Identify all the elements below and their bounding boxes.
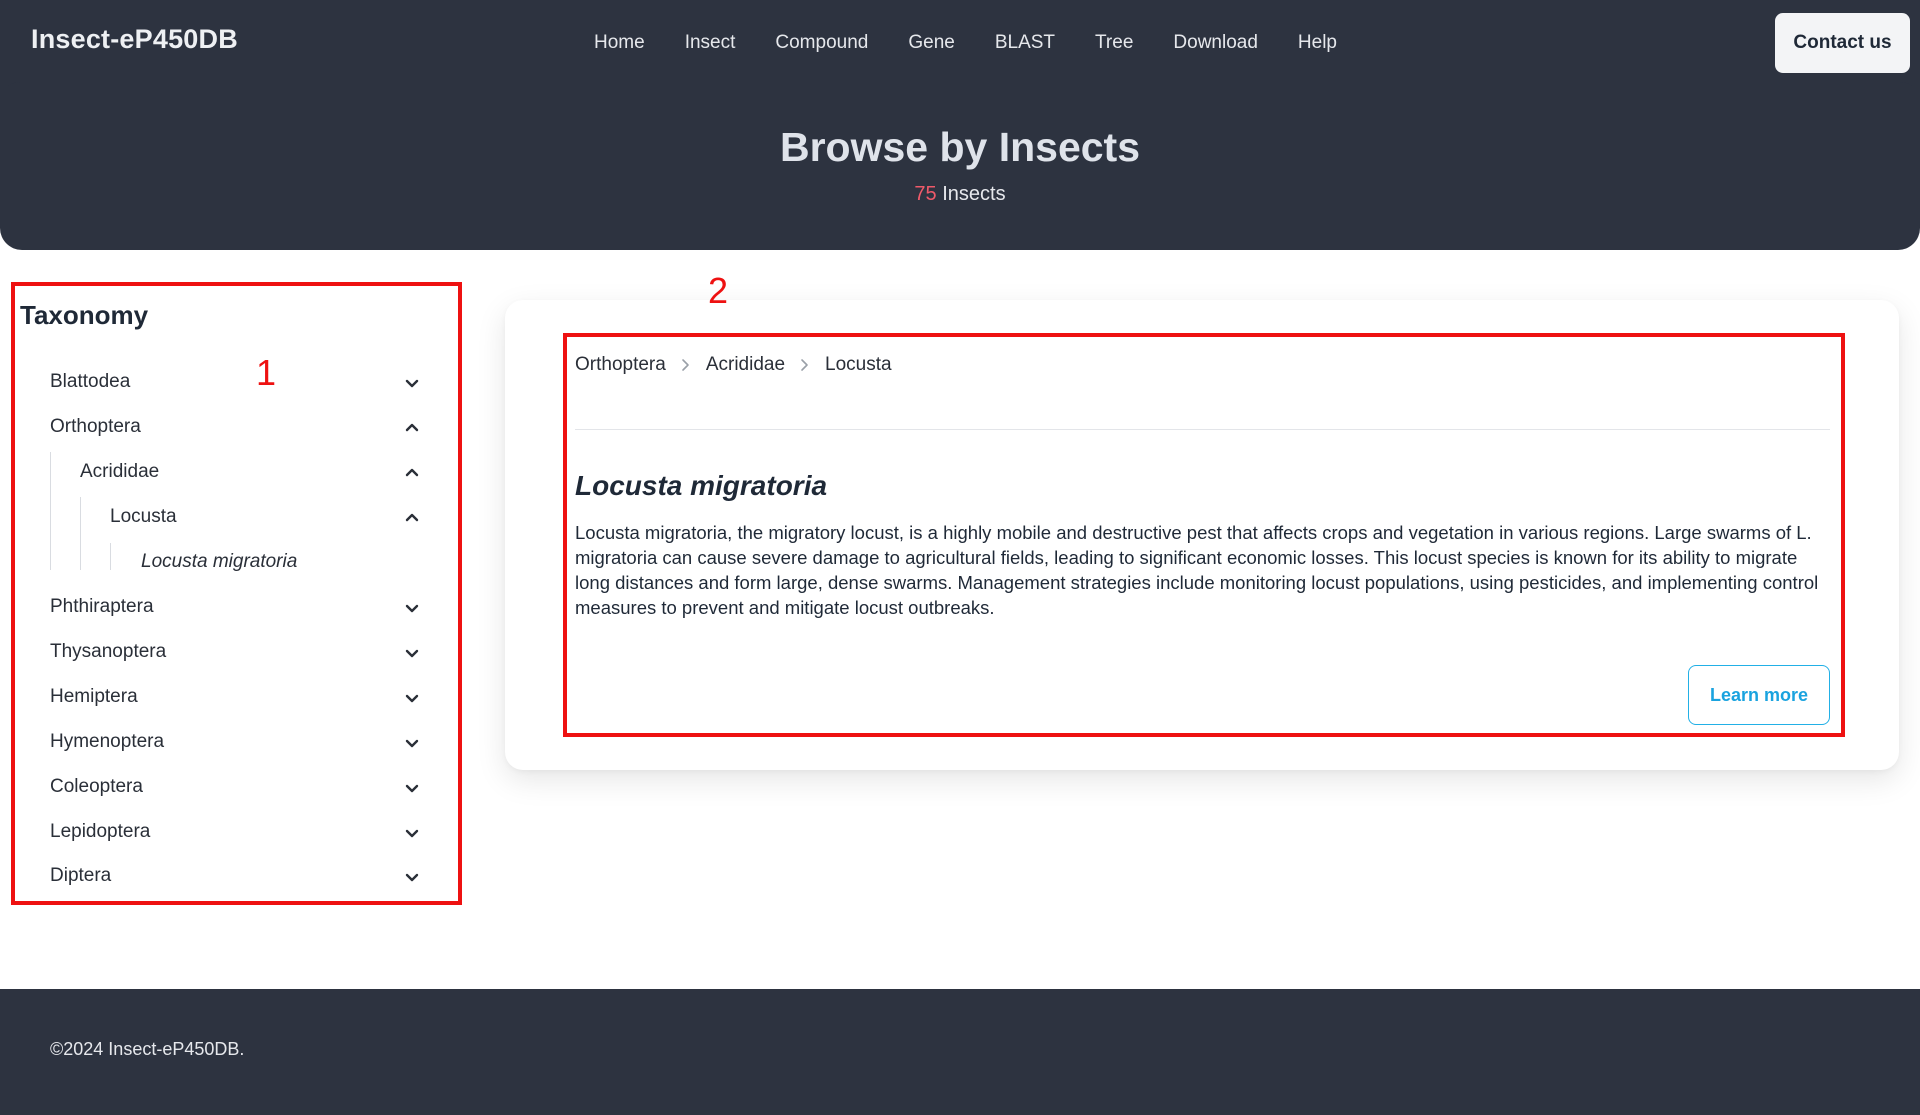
chevron-up-icon[interactable] [402,463,422,483]
nav-compound[interactable]: Compound [775,32,868,54]
tree-item-hymenoptera[interactable]: Hymenoptera [50,731,164,753]
taxonomy-title: Taxonomy [20,300,149,330]
breadcrumb-locusta[interactable]: Locusta [825,354,892,376]
tree-item-diptera[interactable]: Diptera [50,865,111,887]
site-brand[interactable]: Insect-eP450DB [31,24,238,55]
chevron-down-icon[interactable] [402,688,422,708]
chevron-down-icon[interactable] [402,823,422,843]
chevron-right-icon [799,358,811,372]
chevron-down-icon[interactable] [402,733,422,753]
top-navbar: Insect-eP450DB Home Insect Compound Gene… [0,0,1920,86]
breadcrumb: Orthoptera Acrididae Locusta [575,354,892,376]
tree-item-hemiptera[interactable]: Hemiptera [50,686,138,708]
tree-guide-locusta [110,543,111,570]
chevron-up-icon[interactable] [402,508,422,528]
insect-count: 75 Insects [0,183,1920,206]
tree-item-phthiraptera[interactable]: Phthiraptera [50,596,154,618]
species-title: Locusta migratoria [575,470,828,501]
nav-insect[interactable]: Insect [685,32,736,54]
nav-home[interactable]: Home [594,32,645,54]
annotation-label-2: 2 [708,270,729,311]
breadcrumb-acrididae[interactable]: Acrididae [706,354,785,376]
page-title: Browse by Insects [779,124,1141,170]
nav-download[interactable]: Download [1173,32,1258,54]
tree-item-thysanoptera[interactable]: Thysanoptera [50,641,166,663]
nav-blast[interactable]: BLAST [995,32,1055,54]
nav-tree[interactable]: Tree [1095,32,1133,54]
footer-copyright: ©2024 Insect-eP450DB. [50,1039,245,1059]
tree-item-locusta-migratoria[interactable]: Locusta migratoria [141,551,297,573]
annotation-label-1: 1 [256,352,277,393]
insect-count-label: Insects [942,183,1006,205]
tree-item-blattodea[interactable]: Blattodea [50,371,130,393]
main-nav: Home Insect Compound Gene BLAST Tree Dow… [594,0,1377,86]
footer: ©2024 Insect-eP450DB. [0,989,1920,1115]
card-divider [575,429,1830,430]
insect-count-value: 75 [914,183,937,205]
species-description: Locusta migratoria, the migratory locust… [575,522,1819,618]
chevron-down-icon[interactable] [402,598,422,618]
nav-gene[interactable]: Gene [908,32,954,54]
tree-guide-orthoptera [50,452,51,570]
tree-item-locusta[interactable]: Locusta [110,506,177,528]
chevron-down-icon[interactable] [402,373,422,393]
chevron-right-icon [680,358,692,372]
chevron-down-icon[interactable] [402,778,422,798]
tree-item-acrididae[interactable]: Acrididae [80,461,159,483]
breadcrumb-orthoptera[interactable]: Orthoptera [575,354,666,376]
tree-item-coleoptera[interactable]: Coleoptera [50,776,143,798]
chevron-down-icon[interactable] [402,867,422,887]
nav-help[interactable]: Help [1298,32,1337,54]
hero-banner: Browse by Insects 75 Insects [0,86,1920,250]
tree-item-lepidoptera[interactable]: Lepidoptera [50,821,150,843]
learn-more-button[interactable]: Learn more [1688,665,1830,725]
chevron-down-icon[interactable] [402,643,422,663]
contact-us-button[interactable]: Contact us [1775,13,1910,73]
chevron-up-icon[interactable] [402,418,422,438]
tree-guide-acrididae [80,497,81,570]
tree-item-orthoptera[interactable]: Orthoptera [50,416,141,438]
